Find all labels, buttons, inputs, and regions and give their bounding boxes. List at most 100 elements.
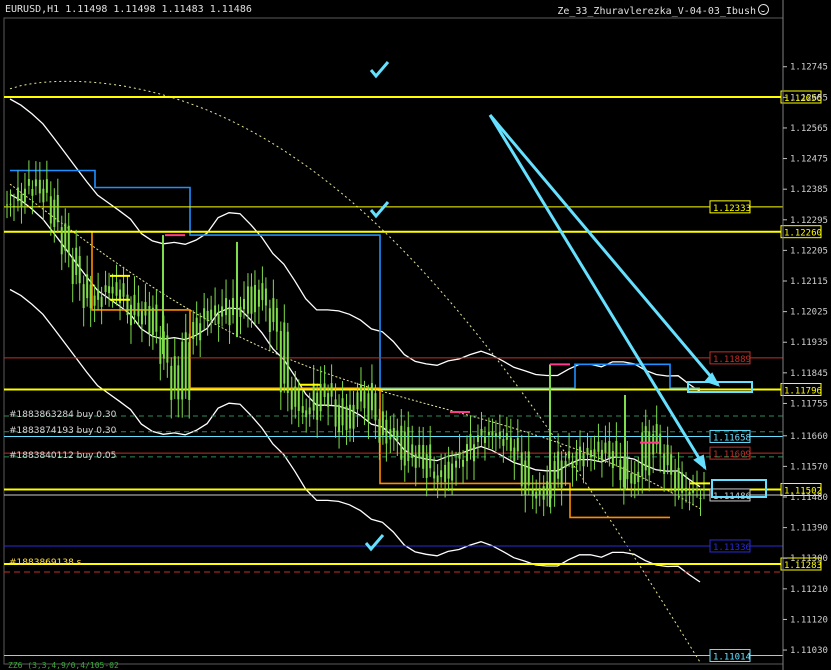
axis-tick-label: 1.11030 bbox=[790, 646, 828, 656]
candle-body bbox=[696, 488, 698, 490]
candle-body bbox=[16, 187, 19, 202]
candle-body bbox=[615, 440, 618, 458]
candle-body bbox=[633, 473, 636, 485]
candle-body bbox=[509, 437, 512, 452]
candle-body bbox=[666, 444, 669, 466]
candle-body bbox=[210, 309, 213, 320]
symbol-header: EURUSD,H1 1.11498 1.11498 1.11483 1.1148… bbox=[5, 4, 252, 15]
candle-body bbox=[257, 289, 260, 307]
axis-tick-label: 1.11480 bbox=[790, 493, 828, 503]
candle-body bbox=[31, 188, 34, 196]
expert-advisor-label[interactable]: Ze_33_Zhuravlerezka_V-04-03_Ibush bbox=[557, 4, 769, 17]
candle-body bbox=[129, 304, 132, 326]
candle-body bbox=[505, 433, 508, 440]
candle-body bbox=[436, 475, 439, 483]
candle-body bbox=[433, 471, 436, 479]
symbol-label: EURUSD,H1 bbox=[5, 4, 60, 15]
axis-tick-label: 1.11660 bbox=[790, 432, 828, 442]
axis-tick-label: 1.11755 bbox=[790, 399, 828, 409]
candle-body bbox=[75, 247, 78, 275]
candle-body bbox=[455, 460, 458, 468]
order-label[interactable]: #1883869138 s bbox=[9, 558, 81, 568]
candle-body bbox=[93, 295, 96, 306]
candle-body bbox=[524, 460, 527, 495]
candle-body bbox=[86, 274, 89, 299]
checkmark-icon bbox=[369, 61, 390, 79]
candle-body bbox=[38, 179, 41, 194]
candle-body bbox=[400, 425, 403, 460]
candle-body bbox=[206, 310, 209, 322]
candle-body bbox=[261, 283, 264, 301]
candle-body bbox=[60, 227, 63, 255]
candle-body bbox=[597, 441, 600, 452]
candle-body bbox=[272, 298, 275, 322]
candle-body bbox=[476, 435, 479, 443]
candle-body bbox=[173, 356, 176, 391]
candle-body bbox=[425, 454, 428, 478]
axis-tick-label: 1.12205 bbox=[790, 246, 828, 256]
candle-body bbox=[571, 461, 574, 469]
order-label[interactable]: #1883874193 buy 0.30 bbox=[9, 426, 116, 436]
axis-tick-label: 1.12565 bbox=[790, 124, 828, 134]
chart-window[interactable]: 1.12656 1.12333 1.12260 1.11889 1.11796 1.116… bbox=[0, 0, 831, 670]
candle-body bbox=[531, 489, 534, 497]
candle-body bbox=[699, 497, 702, 499]
candle-body bbox=[527, 451, 530, 486]
trend-arrow bbox=[488, 114, 720, 386]
candle-body bbox=[349, 404, 352, 429]
candle-body bbox=[268, 308, 271, 333]
arrow-head-icon bbox=[704, 372, 721, 387]
candle-body bbox=[513, 447, 516, 462]
candle-body bbox=[144, 301, 147, 316]
candle-body bbox=[64, 223, 67, 251]
candle-body bbox=[491, 432, 494, 436]
candle-body bbox=[13, 205, 15, 207]
order-label[interactable]: #1883840112 buy 0.05 bbox=[9, 451, 116, 461]
candle-body bbox=[305, 410, 308, 418]
candle-body bbox=[447, 461, 450, 479]
candle-body bbox=[246, 286, 249, 314]
candle-body bbox=[367, 393, 370, 421]
candle-body bbox=[290, 389, 293, 410]
order-label[interactable]: #1883863284 buy 0.30 bbox=[9, 410, 116, 420]
candle-body bbox=[345, 406, 348, 431]
price-chart[interactable]: 1.126561.123331.122601.118891.117961.116… bbox=[0, 0, 831, 670]
axis-tick-label: 1.11935 bbox=[790, 338, 828, 348]
expert-name: Ze_33_Zhuravlerezka_V-04-03_Ibush bbox=[557, 6, 756, 17]
bollinger-bands bbox=[9, 98, 701, 583]
price-level-label: 1.12333 bbox=[713, 204, 751, 214]
candle-body bbox=[283, 322, 286, 384]
candle-body bbox=[535, 491, 538, 499]
candle-body bbox=[56, 194, 59, 223]
candle-body bbox=[494, 433, 497, 437]
candle-body bbox=[356, 392, 359, 410]
candle-body bbox=[458, 451, 461, 459]
candle-body bbox=[67, 225, 70, 253]
candle-body bbox=[403, 431, 406, 466]
candle-body bbox=[221, 306, 224, 317]
candle-body bbox=[589, 450, 592, 457]
bollinger-upper bbox=[9, 98, 701, 393]
price-levels: 1.126561.123331.122601.118891.117961.116… bbox=[4, 90, 822, 662]
candle-body bbox=[217, 313, 220, 325]
candle-body bbox=[338, 404, 341, 432]
candle-body bbox=[389, 429, 392, 440]
candle-body bbox=[148, 305, 151, 334]
candle-body bbox=[579, 446, 582, 461]
candle-body bbox=[692, 489, 695, 493]
candle-body bbox=[9, 203, 12, 205]
indicator-footer: ZZ6 (3,3,4,9/0,4/105-02 bbox=[8, 661, 119, 670]
candle-body bbox=[294, 386, 297, 407]
candle-body bbox=[659, 433, 662, 455]
candle-body bbox=[352, 404, 355, 429]
step-lines bbox=[10, 169, 700, 519]
candle-body bbox=[378, 418, 381, 443]
candle-body bbox=[568, 451, 571, 459]
candle-body bbox=[663, 453, 666, 475]
candle-body bbox=[688, 491, 691, 496]
candle-body bbox=[469, 434, 472, 452]
candles bbox=[6, 160, 705, 517]
candle-body bbox=[611, 451, 614, 469]
candle-body bbox=[192, 322, 195, 340]
candle-body bbox=[498, 431, 501, 439]
